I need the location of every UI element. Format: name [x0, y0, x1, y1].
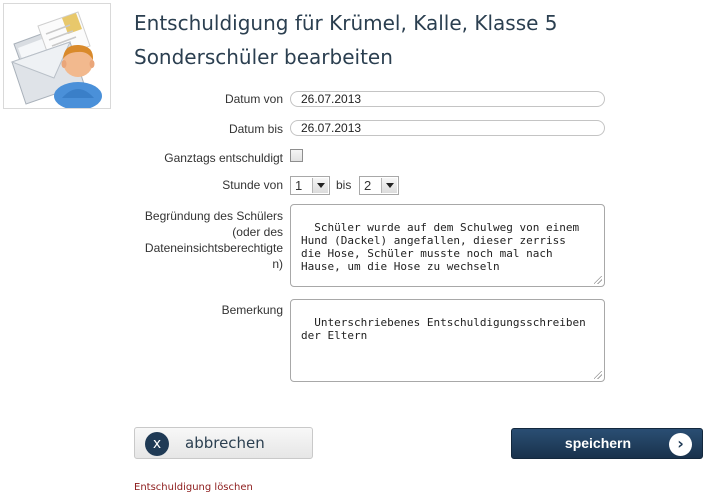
reason-label: Begründung des Schülers (oder des Datene…: [145, 208, 283, 272]
date-from-label: Datum von: [224, 92, 283, 106]
chevron-down-icon[interactable]: [312, 178, 328, 193]
delete-excuse-link[interactable]: Entschuldigung löschen: [134, 482, 253, 493]
period-to-label: bis: [336, 178, 352, 192]
reason-label-line: n): [272, 257, 283, 271]
date-from-input[interactable]: 26.07.2013: [290, 91, 605, 107]
all-day-label: Ganztags entschuldigt: [164, 151, 283, 165]
reason-label-line: Dateneinsichtsberechtigte: [144, 241, 283, 255]
resize-handle-icon[interactable]: [594, 276, 602, 284]
cancel-button[interactable]: x abbrechen: [134, 427, 313, 459]
envelope-person-icon: [10, 11, 102, 110]
reason-label-line: (oder des: [232, 225, 283, 239]
period-from-value: 1: [295, 178, 303, 193]
remark-text: Unterschriebenes Entschuldigungsschreibe…: [301, 316, 586, 342]
reason-label-line: Begründung des Schülers: [144, 209, 283, 223]
date-to-label: Datum bis: [228, 122, 283, 136]
reason-text: Schüler wurde auf dem Schulweg von einem…: [301, 221, 580, 273]
chevron-down-icon[interactable]: [381, 178, 397, 193]
save-button-label: speichern: [564, 435, 632, 451]
resize-handle-icon[interactable]: [594, 371, 602, 379]
chevron-right-icon: ›: [669, 433, 692, 456]
all-day-checkbox[interactable]: [290, 149, 303, 162]
period-from-label: Stunde von: [222, 178, 283, 192]
close-icon: x: [145, 432, 169, 456]
period-to-value: 2: [364, 178, 372, 193]
remark-textarea[interactable]: Unterschriebenes Entschuldigungsschreibe…: [290, 299, 605, 382]
period-to-select[interactable]: 2: [359, 176, 399, 195]
remark-label: Bemerkung: [221, 303, 283, 317]
excuse-envelope-icon: [3, 3, 111, 110]
cancel-button-label: abbrechen: [185, 434, 265, 452]
save-button[interactable]: speichern ›: [511, 428, 703, 459]
date-to-input[interactable]: 26.07.2013: [290, 120, 605, 136]
period-from-select[interactable]: 1: [290, 176, 330, 195]
reason-textarea[interactable]: Schüler wurde auf dem Schulweg von einem…: [290, 204, 605, 287]
page-title: Entschuldigung für Krümel, Kalle, Klasse…: [134, 11, 558, 69]
